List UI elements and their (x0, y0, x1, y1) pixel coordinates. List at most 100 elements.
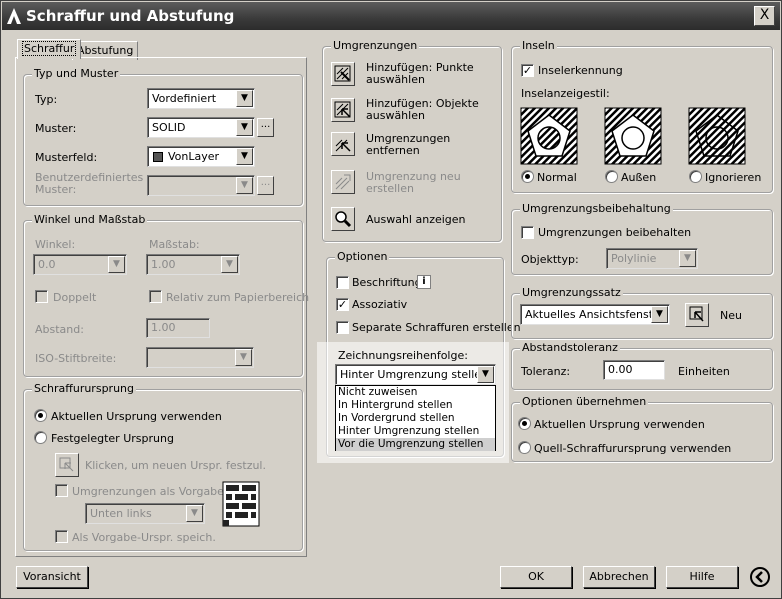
abstand-input[interactable]: 1.00 (146, 318, 210, 338)
inselerkennung-checkbox[interactable]: ✓ (521, 64, 534, 77)
add-select-objects-button[interactable] (331, 98, 355, 122)
muster-browse-button[interactable]: ... (257, 118, 274, 137)
color-swatch (153, 152, 163, 162)
objekttyp-label: Objekttyp: (521, 253, 579, 266)
uebernehmen-quell-radio[interactable] (518, 441, 531, 454)
info-icon[interactable]: i (417, 275, 431, 289)
tab-schraffur[interactable]: Schraffur (17, 39, 82, 59)
neuer-umgrenzungssatz-button[interactable] (685, 303, 709, 327)
muster-select[interactable]: SOLID ▼ (147, 117, 255, 138)
pick-origin-button[interactable] (55, 453, 79, 477)
ok-button[interactable]: OK (500, 566, 572, 588)
aussen-label: Außen (621, 171, 657, 184)
beibehalten-checkbox[interactable] (521, 226, 534, 239)
aktuell-ursprung-label: Aktuellen Ursprung verwenden (51, 410, 222, 423)
group-legend: Abstandstoleranz (520, 341, 620, 354)
typ-label: Typ: (35, 93, 58, 106)
option-hintergrund[interactable]: In Hintergrund stellen (336, 399, 495, 412)
chevron-down-icon[interactable]: ▼ (679, 250, 696, 267)
chevron-down-icon[interactable]: ▼ (235, 349, 252, 366)
remove-boundaries-button[interactable] (331, 132, 355, 156)
uebernehmen-aktuell-radio[interactable] (518, 417, 531, 430)
chevron-down-icon[interactable]: ▼ (236, 148, 253, 165)
recreate-boundary-icon (335, 174, 351, 190)
punkte-label-2: auswählen (366, 73, 425, 86)
objekttyp-select[interactable]: Polylinie ▼ (606, 248, 698, 269)
view-selections-button[interactable] (331, 207, 355, 231)
musterfeld-label: Musterfeld: (35, 151, 98, 164)
festgelegt-ursprung-radio[interactable] (34, 431, 47, 444)
group-legend: Inseln (520, 39, 557, 52)
vorgabe-speich-label: Als Vorgabe-Urspr. speich. (72, 531, 216, 544)
island-outer-icon[interactable] (604, 107, 662, 165)
title-bar[interactable]: Schraffur und Abstufung X (2, 2, 780, 30)
chevron-left-icon (755, 571, 763, 583)
iso-label: ISO-Stiftbreite: (35, 352, 117, 365)
auswahl-anzeigen-label: Auswahl anzeigen (366, 213, 466, 226)
island-normal-icon[interactable] (520, 107, 578, 165)
recreate-boundary-button[interactable] (331, 170, 355, 194)
grenzen-vorgabe-checkbox[interactable] (55, 484, 68, 497)
hilfe-button[interactable]: Hilfe (666, 566, 738, 588)
reihenfolge-dropdown-list: Nicht zuweisen In Hintergrund stellen In… (335, 385, 496, 451)
musterfeld-select[interactable]: VonLayer ▼ (147, 146, 255, 167)
collapse-button[interactable] (750, 567, 770, 587)
add-pick-points-button[interactable] (331, 62, 355, 86)
group-legend: Optionen übernehmen (520, 395, 649, 408)
select-new-set-icon (689, 306, 704, 322)
ignorieren-radio[interactable] (689, 170, 702, 183)
festgelegt-ursprung-label: Festgelegter Ursprung (51, 432, 174, 445)
umgrenzungssatz-select[interactable]: Aktuelles Ansichtsfenster ▼ (520, 304, 670, 325)
voransicht-button[interactable]: Voransicht (16, 566, 88, 588)
chevron-down-icon[interactable]: ▼ (186, 505, 203, 522)
origin-preview-icon (222, 481, 260, 527)
normal-radio[interactable] (521, 170, 534, 183)
inselerkennung-label: Inselerkennung (538, 64, 623, 77)
dialog-window: Schraffur und Abstufung X Schraffur Abst… (0, 0, 782, 599)
winkel-select[interactable]: 0.0 ▼ (33, 254, 127, 275)
relativ-checkbox[interactable] (149, 290, 162, 303)
abbrechen-button[interactable]: Abbrechen (583, 566, 655, 588)
benutzer-muster-select[interactable]: ▼ (147, 175, 255, 196)
benutzer-browse-button[interactable]: ... (257, 176, 274, 195)
muster-label: Muster: (35, 122, 77, 135)
winkel-label: Winkel: (35, 238, 76, 251)
chevron-down-icon[interactable]: ▼ (108, 256, 125, 273)
option-nicht-zuweisen[interactable]: Nicht zuweisen (336, 386, 495, 399)
iso-select[interactable]: ▼ (146, 347, 254, 368)
option-vordergrund[interactable]: In Vordergrund stellen (336, 412, 495, 425)
ignorieren-label: Ignorieren (705, 171, 762, 184)
entfernen-label-2: entfernen (366, 144, 420, 157)
beschriftung-checkbox[interactable] (336, 276, 349, 289)
chevron-down-icon[interactable]: ▼ (221, 256, 238, 273)
separate-checkbox[interactable] (336, 321, 349, 334)
chevron-down-icon[interactable]: ▼ (651, 306, 668, 323)
doppelt-checkbox[interactable] (35, 290, 48, 303)
island-ignore-icon[interactable] (688, 107, 746, 165)
chevron-down-icon[interactable]: ▼ (236, 90, 253, 107)
chevron-down-icon[interactable]: ▼ (477, 366, 494, 383)
aussen-radio[interactable] (605, 170, 618, 183)
toleranz-label: Toleranz: (521, 365, 571, 378)
option-vor-umgrenzung[interactable]: Vor die Umgrenzung stellen (336, 438, 495, 451)
reihenfolge-label: Zeichnungsreihenfolge: (338, 349, 468, 362)
massstab-select[interactable]: 1.00 ▼ (146, 254, 240, 275)
group-legend: Umgrenzungsbeibehaltung (520, 202, 673, 215)
typ-select[interactable]: Vordefiniert ▼ (147, 88, 255, 109)
chevron-down-icon[interactable]: ▼ (236, 119, 253, 136)
assoziativ-checkbox[interactable]: ✓ (336, 298, 349, 311)
magnifier-icon (335, 211, 352, 228)
relativ-label: Relativ zum Papierbereich (166, 291, 310, 304)
chevron-down-icon[interactable]: ▼ (236, 177, 253, 194)
aktuell-ursprung-radio[interactable] (34, 409, 47, 422)
assoziativ-label: Assoziativ (352, 298, 408, 311)
vorgabe-speich-checkbox[interactable] (55, 530, 68, 543)
reihenfolge-select[interactable]: Hinter Umgrenzung stellen ▼ (335, 364, 496, 385)
select-objects-icon (334, 101, 351, 118)
position-select[interactable]: Unten links ▼ (85, 503, 205, 524)
window-title: Schraffur und Abstufung (26, 7, 235, 25)
toleranz-input[interactable]: 0.00 (603, 360, 665, 380)
close-button[interactable]: X (754, 6, 775, 26)
option-hinter-umgrenzung[interactable]: Hinter Umgrenzung stellen (336, 425, 495, 438)
pick-points-icon (334, 65, 351, 82)
